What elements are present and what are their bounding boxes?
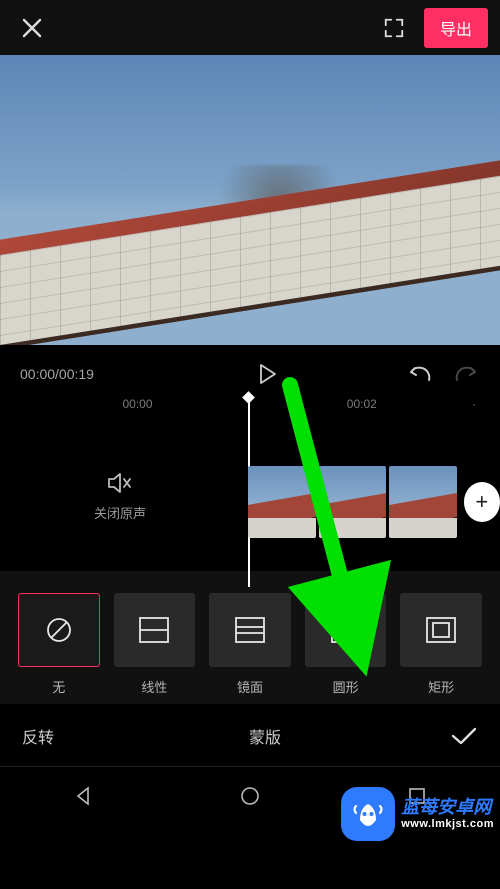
undo-icon xyxy=(406,364,432,384)
circle-home-icon xyxy=(239,785,261,807)
mask-thumb xyxy=(18,593,100,667)
playback-controls: 00:00/00:19 xyxy=(0,345,500,397)
play-button[interactable] xyxy=(130,363,406,385)
ruler-tick: 00:00 xyxy=(122,397,152,411)
clip-thumb[interactable] xyxy=(248,466,316,538)
ruler-tick: 00:02 xyxy=(347,397,377,411)
top-bar: 导出 xyxy=(0,0,500,55)
mask-label: 线性 xyxy=(141,677,167,696)
circle-icon xyxy=(329,615,363,645)
ruler-dot: · xyxy=(248,397,252,411)
mask-thumb xyxy=(209,593,291,667)
expand-icon xyxy=(383,17,405,39)
fullscreen-button[interactable] xyxy=(374,8,414,48)
mask-option-mirror[interactable]: 镜面 xyxy=(209,593,291,696)
linear-icon xyxy=(137,615,171,645)
none-icon xyxy=(44,615,74,645)
mask-option-linear[interactable]: 线性 xyxy=(114,593,196,696)
mask-label: 镜面 xyxy=(237,677,263,696)
mute-icon xyxy=(107,471,133,495)
mask-label: 矩形 xyxy=(428,677,454,696)
clip-strip[interactable]: + xyxy=(248,466,500,538)
add-clip-button[interactable]: + xyxy=(464,482,500,522)
timeline-ruler: . 00:00 · 00:02 · xyxy=(0,397,500,411)
mask-thumb xyxy=(305,593,387,667)
close-button[interactable] xyxy=(12,8,52,48)
mute-original-audio[interactable]: 关闭原声 xyxy=(0,421,240,571)
mask-label: 无 xyxy=(52,677,65,696)
system-nav xyxy=(0,766,500,824)
export-button[interactable]: 导出 xyxy=(424,8,488,48)
clip-thumb[interactable] xyxy=(389,466,457,538)
mask-option-rect[interactable]: 矩形 xyxy=(400,593,482,696)
undo-button[interactable] xyxy=(406,364,432,384)
mask-thumb xyxy=(114,593,196,667)
ruler-dot: · xyxy=(472,397,476,411)
mask-option-circle[interactable]: 圆形 xyxy=(305,593,387,696)
confirm-button[interactable] xyxy=(428,726,478,746)
mirror-icon xyxy=(233,615,267,645)
nav-home-button[interactable] xyxy=(239,785,261,807)
rect-icon xyxy=(424,615,458,645)
mask-label: 圆形 xyxy=(333,677,359,696)
check-icon xyxy=(450,726,478,746)
nav-back-button[interactable] xyxy=(72,785,94,807)
nav-recent-button[interactable] xyxy=(406,785,428,807)
square-recent-icon xyxy=(406,785,428,807)
time-display: 00:00/00:19 xyxy=(20,366,130,382)
clip-thumb[interactable] xyxy=(319,466,387,538)
plus-icon: + xyxy=(475,489,488,515)
triangle-back-icon xyxy=(72,785,94,807)
mask-options: 无 线性 镜面 圆形 矩形 xyxy=(0,571,500,704)
panel-title: 蒙版 xyxy=(102,724,428,748)
play-icon xyxy=(258,363,278,385)
timeline[interactable]: 关闭原声 + xyxy=(0,421,500,571)
invert-button[interactable]: 反转 xyxy=(22,724,102,748)
mask-thumb xyxy=(400,593,482,667)
video-preview[interactable] xyxy=(0,55,500,345)
mute-label: 关闭原声 xyxy=(94,503,146,522)
panel-bottom: 反转 蒙版 xyxy=(0,704,500,766)
redo-icon xyxy=(454,364,480,384)
redo-button[interactable] xyxy=(454,364,480,384)
mask-option-none[interactable]: 无 xyxy=(18,593,100,696)
close-icon xyxy=(20,16,44,40)
